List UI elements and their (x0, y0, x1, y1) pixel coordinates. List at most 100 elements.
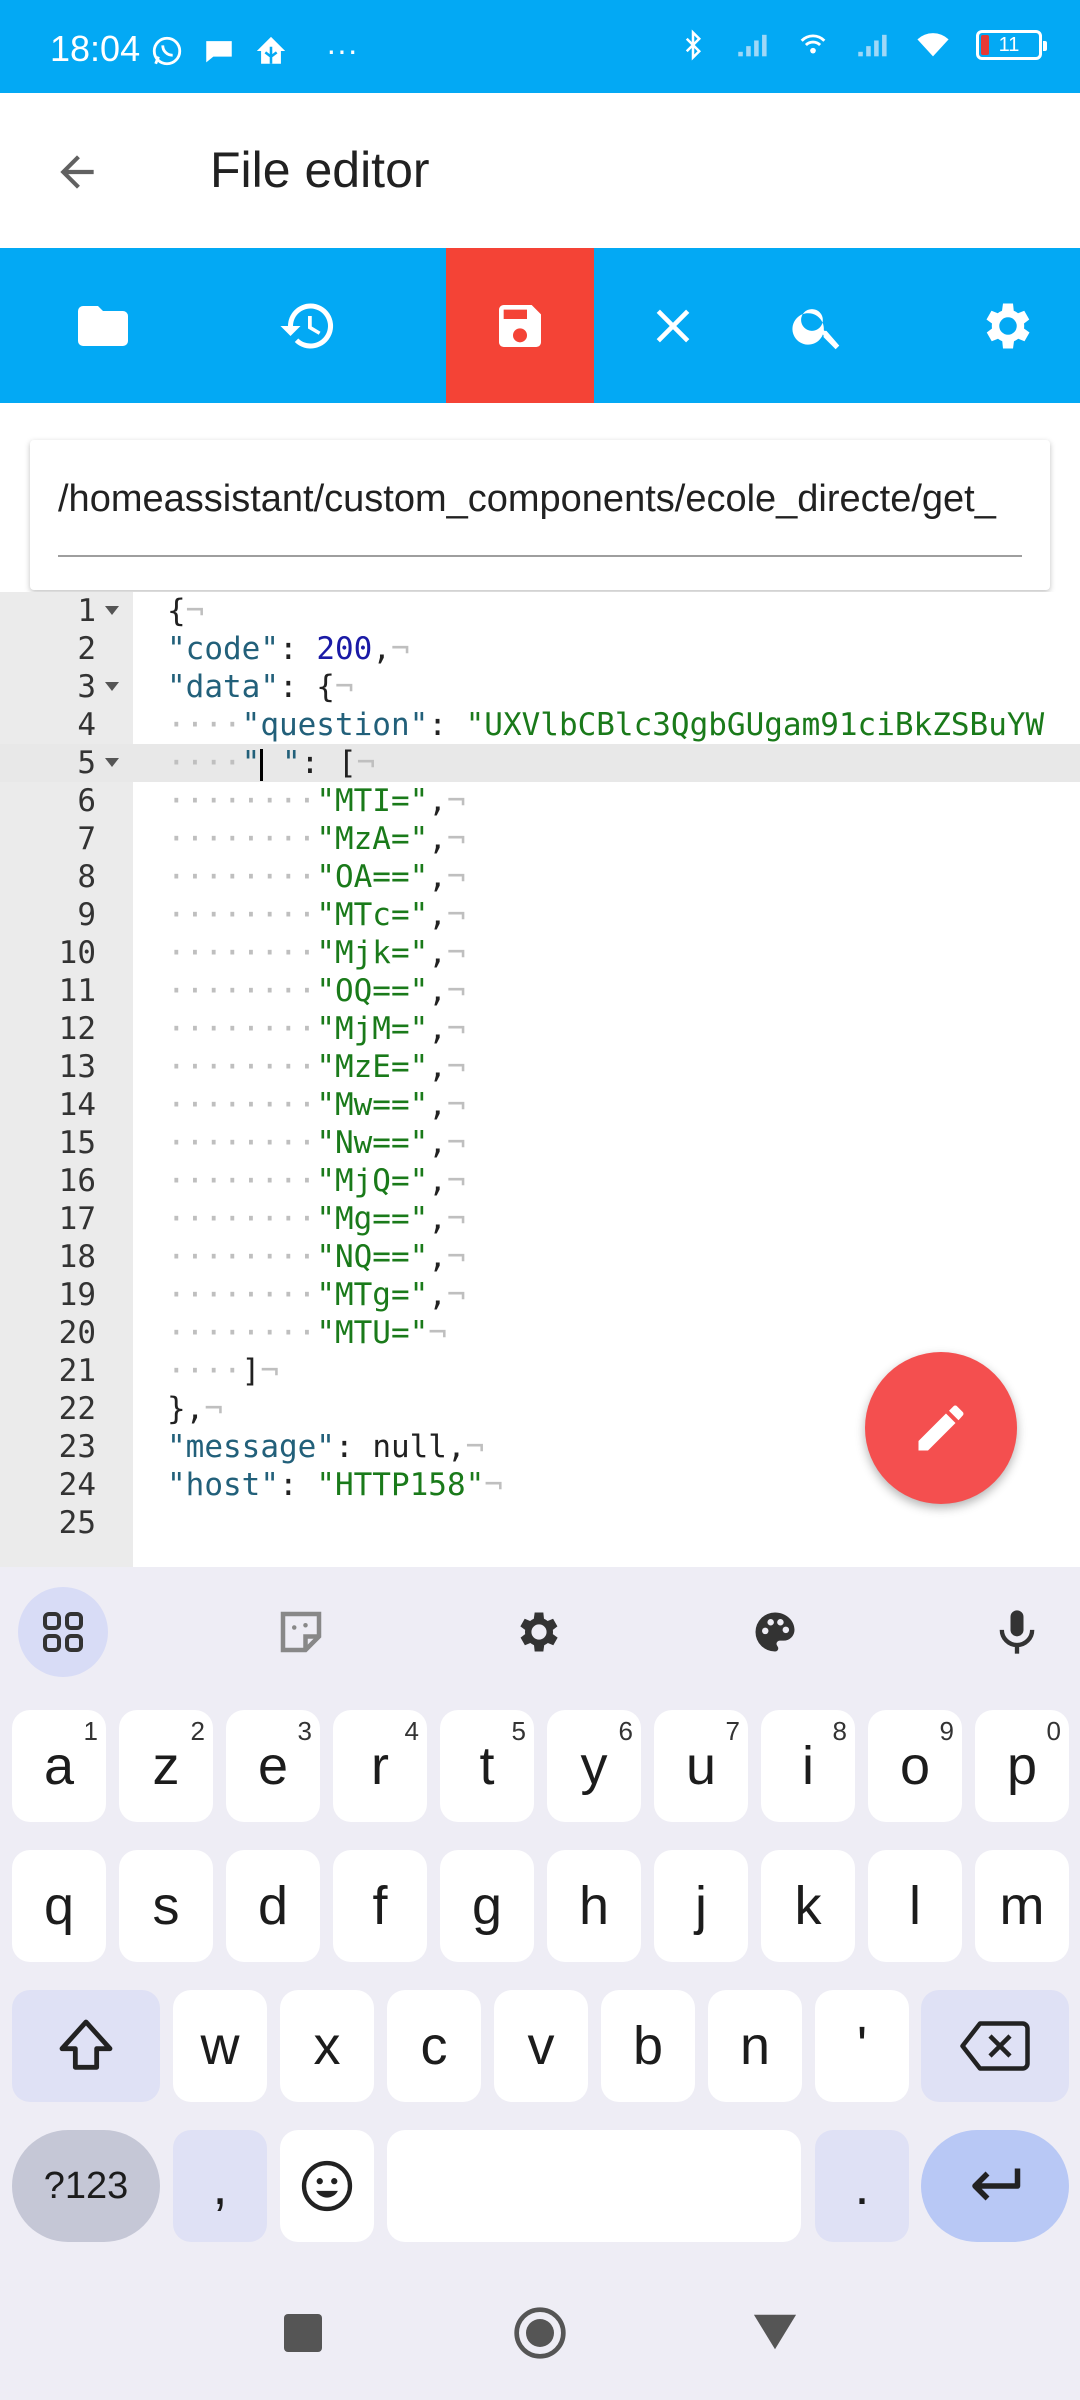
fold-arrow-icon[interactable] (105, 758, 119, 767)
theme-button[interactable] (730, 1587, 820, 1677)
file-path-card: /homeassistant/custom_components/ecole_d… (30, 440, 1050, 590)
code-line[interactable]: 10 ········"Mjk=",¬ (0, 934, 1080, 972)
key-q[interactable]: q (12, 1850, 106, 1962)
arrow-back-icon (60, 155, 94, 189)
code-line[interactable]: 8 ········"OA==",¬ (0, 858, 1080, 896)
json-string: "UXVlbCBlc3QgbGUgam91ciBkZSBuYW (465, 707, 1045, 743)
voice-input-button[interactable] (972, 1587, 1062, 1677)
key-label: r (371, 1736, 389, 1796)
key-j[interactable]: j (654, 1850, 748, 1962)
line-number: 18 (58, 1239, 96, 1275)
code-line[interactable]: 15 ········"Nw==",¬ (0, 1124, 1080, 1162)
symbols-key[interactable]: ?123 (12, 2130, 160, 2242)
history-button[interactable] (255, 248, 360, 403)
key-w[interactable]: w (173, 1990, 267, 2102)
line-number: 13 (58, 1049, 96, 1085)
key-hint: 7 (725, 1716, 740, 1746)
json-string: "Mg==" (316, 1201, 429, 1237)
key-h[interactable]: h (547, 1850, 641, 1962)
code-line[interactable]: 13 ········"MzE=",¬ (0, 1048, 1080, 1086)
key-a[interactable]: a1 (12, 1710, 106, 1822)
key-b[interactable]: b (601, 1990, 695, 2102)
apps-button[interactable] (18, 1587, 108, 1677)
key-y[interactable]: y6 (547, 1710, 641, 1822)
keyboard-settings-button[interactable] (494, 1587, 584, 1677)
line-number: 5 (77, 745, 96, 781)
settings-button[interactable] (955, 248, 1060, 403)
key-g[interactable]: g (440, 1850, 534, 1962)
backspace-key[interactable] (921, 1990, 1069, 2102)
key-label: ' (856, 2016, 868, 2076)
json-key: "question" (241, 707, 429, 743)
code-line-3[interactable]: 3 "data": {¬ (0, 668, 1080, 706)
sticker-button[interactable] (256, 1587, 346, 1677)
key-p[interactable]: p0 (975, 1710, 1069, 1822)
code-line[interactable]: 11 ········"OQ==",¬ (0, 972, 1080, 1010)
code-line[interactable]: 14 ········"Mw==",¬ (0, 1086, 1080, 1124)
bluetooth-icon (676, 28, 710, 62)
key-d[interactable]: d (226, 1850, 320, 1962)
json-string: "Mjk=" (316, 935, 429, 971)
code-line[interactable]: 7 ········"MzA=",¬ (0, 820, 1080, 858)
code-line-25[interactable]: 25 (0, 1504, 1080, 1542)
key-x[interactable]: x (280, 1990, 374, 2102)
key-u[interactable]: u7 (654, 1710, 748, 1822)
code-line-5-active[interactable]: 5 ····" ": [¬ (0, 744, 1080, 782)
home-button[interactable] (512, 2305, 568, 2361)
code-line[interactable]: 20 ········"MTU="¬ (0, 1314, 1080, 1352)
key-label: y (580, 1736, 608, 1796)
recents-button[interactable] (284, 2314, 322, 2352)
code-line[interactable]: 18 ········"NQ==",¬ (0, 1238, 1080, 1276)
shift-key[interactable] (12, 1990, 160, 2102)
save-button[interactable] (446, 248, 594, 403)
emoji-icon (301, 2160, 353, 2212)
key-r[interactable]: r4 (333, 1710, 427, 1822)
key-t[interactable]: t5 (440, 1710, 534, 1822)
back-button[interactable] (42, 137, 112, 207)
key-label: x (313, 2016, 341, 2076)
code-line[interactable]: 17 ········"Mg==",¬ (0, 1200, 1080, 1238)
key-e[interactable]: e3 (226, 1710, 320, 1822)
close-icon (656, 309, 689, 342)
emoji-key[interactable] (280, 2130, 374, 2242)
key-l[interactable]: l (868, 1850, 962, 1962)
fold-arrow-icon[interactable] (105, 682, 119, 691)
enter-key[interactable] (921, 2130, 1069, 2242)
key-m[interactable]: m (975, 1850, 1069, 1962)
code-line[interactable]: 6 ········"MTI=",¬ (0, 782, 1080, 820)
space-key[interactable] (387, 2130, 801, 2242)
key-hint: 3 (297, 1716, 312, 1746)
back-nav-button[interactable] (752, 2312, 798, 2358)
code-line[interactable]: 19 ········"MTg=",¬ (0, 1276, 1080, 1314)
line-number: 9 (77, 897, 96, 933)
edit-fab-button[interactable] (865, 1352, 1017, 1504)
fold-arrow-icon[interactable] (105, 606, 119, 615)
key-apostrophe[interactable]: ' (815, 1990, 909, 2102)
code-line-1[interactable]: 1 {¬ (0, 592, 1080, 630)
key-label: b (632, 2016, 664, 2076)
browse-files-button[interactable] (50, 248, 155, 403)
key-c[interactable]: c (387, 1990, 481, 2102)
pencil-icon (918, 1405, 964, 1451)
key-label: t (479, 1736, 495, 1796)
search-button[interactable] (765, 248, 870, 403)
key-k[interactable]: k (761, 1850, 855, 1962)
close-file-button[interactable] (620, 248, 725, 403)
key-f[interactable]: f (333, 1850, 427, 1962)
key-z[interactable]: z2 (119, 1710, 213, 1822)
system-nav-bar (0, 2270, 1080, 2400)
code-line[interactable]: 16 ········"MjQ=",¬ (0, 1162, 1080, 1200)
code-line[interactable]: 9 ········"MTc=",¬ (0, 896, 1080, 934)
key-o[interactable]: o9 (868, 1710, 962, 1822)
period-key[interactable]: . (815, 2130, 909, 2242)
key-v[interactable]: v (494, 1990, 588, 2102)
code-line-4[interactable]: 4 ····"question": "UXVlbCBlc3QgbGUgam91c… (0, 706, 1080, 744)
line-number: 7 (77, 821, 96, 857)
code-line-2[interactable]: 2 "code": 200,¬ (0, 630, 1080, 668)
key-s[interactable]: s (119, 1850, 213, 1962)
key-i[interactable]: i8 (761, 1710, 855, 1822)
key-n[interactable]: n (708, 1990, 802, 2102)
comma-key[interactable]: , (173, 2130, 267, 2242)
file-path-input[interactable]: /homeassistant/custom_components/ecole_d… (58, 478, 996, 521)
code-line[interactable]: 12 ········"MjM=",¬ (0, 1010, 1080, 1048)
